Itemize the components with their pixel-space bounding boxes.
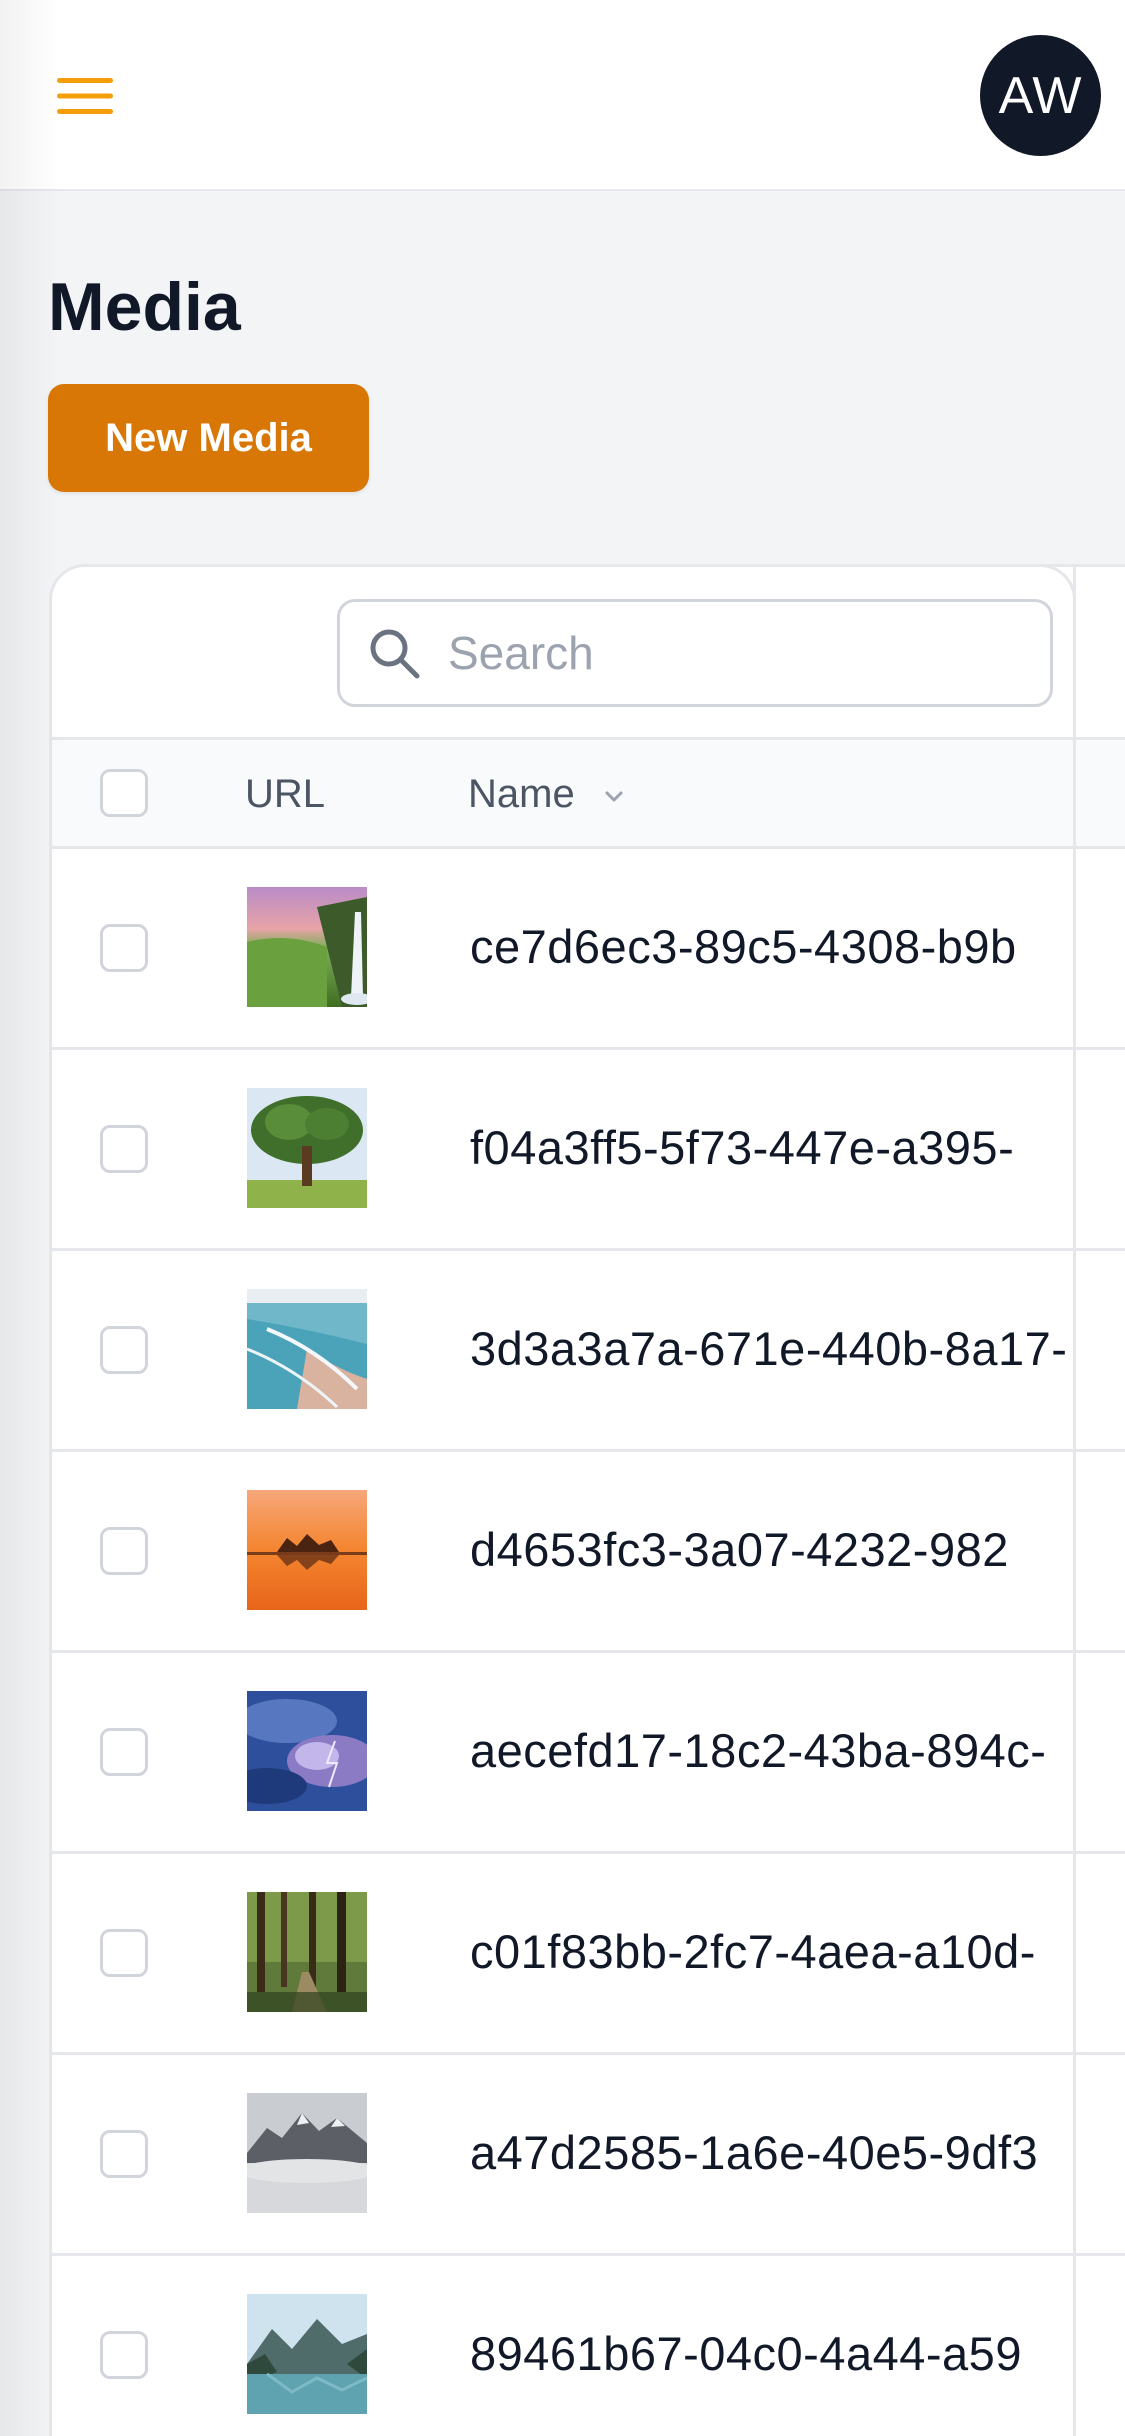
- media-name: 89461b67-04c0-4a44-a59: [470, 2327, 1022, 2380]
- row-checkbox[interactable]: [100, 924, 148, 972]
- media-table-card: URL Name ce7d6ec3-89c5-4308-b9b: [49, 564, 1125, 2436]
- search-input[interactable]: [448, 626, 1008, 680]
- row-checkbox[interactable]: [100, 2130, 148, 2178]
- select-all-checkbox[interactable]: [100, 769, 148, 817]
- row-checkbox[interactable]: [100, 1929, 148, 1977]
- column-header-name[interactable]: Name: [468, 772, 575, 817]
- media-name: c01f83bb-2fc7-4aea-a10d-: [470, 1925, 1036, 1978]
- media-name: 3d3a3a7a-671e-440b-8a17-: [470, 1322, 1068, 1375]
- table-row[interactable]: a47d2585-1a6e-40e5-9df3: [52, 2055, 1125, 2256]
- chevron-down-icon[interactable]: [603, 786, 625, 808]
- row-checkbox[interactable]: [100, 1326, 148, 1374]
- lone-tree-thumbnail[interactable]: [247, 1088, 367, 1208]
- top-bar: AW: [0, 0, 1125, 191]
- menu-button[interactable]: [40, 56, 130, 136]
- beach-waves-thumbnail[interactable]: [247, 1289, 367, 1409]
- page-title: Media: [48, 269, 241, 345]
- media-name: a47d2585-1a6e-40e5-9df3: [470, 2126, 1039, 2179]
- media-name: ce7d6ec3-89c5-4308-b9b: [470, 920, 1017, 973]
- table-row[interactable]: ce7d6ec3-89c5-4308-b9b: [52, 849, 1125, 1050]
- table-row[interactable]: 89461b67-04c0-4a44-a59: [52, 2256, 1125, 2436]
- column-header-url: URL: [245, 772, 326, 816]
- misty-mountains-thumbnail[interactable]: [247, 2093, 367, 2213]
- media-name: f04a3ff5-5f73-447e-a395-: [470, 1121, 1015, 1174]
- media-name: d4653fc3-3a07-4232-982: [470, 1523, 1009, 1576]
- media-name: aecefd17-18c2-43ba-894c-: [470, 1724, 1047, 1777]
- orange-sunset-lake-thumbnail[interactable]: [247, 1490, 367, 1610]
- card-right-border: [1073, 564, 1076, 2436]
- search-icon: [370, 629, 420, 679]
- forest-path-thumbnail[interactable]: [247, 1892, 367, 2012]
- table-row[interactable]: aecefd17-18c2-43ba-894c-: [52, 1653, 1125, 1854]
- waterfall-meadow-thumbnail[interactable]: [247, 887, 367, 1007]
- row-checkbox[interactable]: [100, 1527, 148, 1575]
- search-field: [337, 599, 1053, 707]
- mountain-lake-thumbnail[interactable]: [247, 2294, 367, 2414]
- row-checkbox[interactable]: [100, 1125, 148, 1173]
- new-media-button[interactable]: New Media: [48, 384, 369, 492]
- storm-clouds-thumbnail[interactable]: [247, 1691, 367, 1811]
- row-checkbox[interactable]: [100, 2331, 148, 2379]
- table-row[interactable]: c01f83bb-2fc7-4aea-a10d-: [52, 1854, 1125, 2055]
- user-avatar[interactable]: AW: [980, 35, 1101, 156]
- table-row[interactable]: d4653fc3-3a07-4232-982: [52, 1452, 1125, 1653]
- table-row[interactable]: f04a3ff5-5f73-447e-a395-: [52, 1050, 1125, 1251]
- table-header: URL Name: [52, 737, 1125, 849]
- table-row[interactable]: 3d3a3a7a-671e-440b-8a17-: [52, 1251, 1125, 1452]
- hamburger-icon: [57, 78, 113, 114]
- row-checkbox[interactable]: [100, 1728, 148, 1776]
